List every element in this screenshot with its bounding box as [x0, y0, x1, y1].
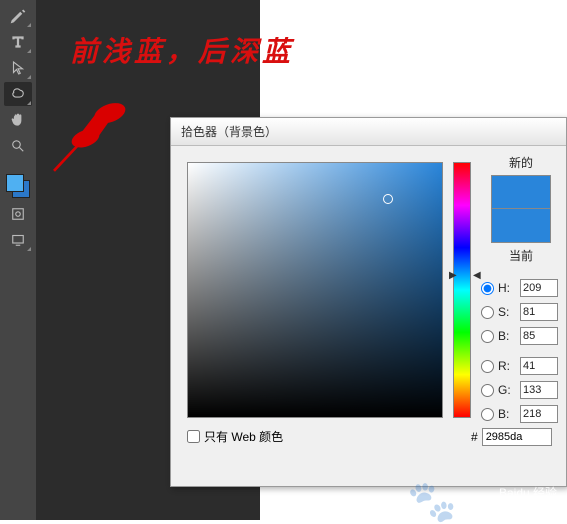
hex-input[interactable]: 2985da — [482, 428, 552, 446]
type-tool[interactable] — [4, 30, 32, 54]
color-picker-dialog: 拾色器（背景色） 新的 当前 H:209 S:81 B:85 R:41 G:13… — [170, 117, 567, 487]
dialog-title: 拾色器（背景色） — [171, 118, 566, 146]
web-only-label: 只有 Web 颜色 — [204, 428, 283, 445]
annotation-text: 前浅蓝，后深蓝 — [70, 30, 294, 70]
color-swatches[interactable] — [4, 172, 32, 200]
input-r[interactable]: 41 — [520, 357, 558, 375]
saturation-brightness-field[interactable] — [187, 162, 443, 418]
web-only-checkbox[interactable] — [187, 430, 200, 443]
input-h[interactable]: 209 — [520, 279, 558, 297]
input-g[interactable]: 133 — [520, 381, 558, 399]
input-s[interactable]: 81 — [520, 303, 558, 321]
foreground-color-swatch[interactable] — [6, 174, 24, 192]
label-new: 新的 — [481, 154, 561, 171]
hand-tool[interactable] — [4, 108, 32, 132]
sb-cursor[interactable] — [383, 194, 393, 204]
quickmask-tool[interactable] — [4, 202, 32, 226]
preview-new-color — [491, 175, 551, 209]
watermark: 🐾 Baidu 经验 jingyan.baidu.com — [460, 486, 557, 514]
input-b[interactable]: 85 — [520, 327, 558, 345]
input-bl[interactable]: 218 — [520, 405, 558, 423]
pushpin-icon — [45, 88, 135, 178]
path-select-tool[interactable] — [4, 56, 32, 80]
toolbar — [0, 0, 36, 520]
radio-r[interactable] — [481, 360, 494, 373]
label-current: 当前 — [481, 247, 561, 264]
radio-b[interactable] — [481, 330, 494, 343]
radio-bl[interactable] — [481, 408, 494, 421]
hue-slider-thumb[interactable] — [449, 270, 457, 281]
pen-tool[interactable] — [4, 4, 32, 28]
radio-s[interactable] — [481, 306, 494, 319]
hex-prefix: # — [471, 430, 478, 444]
paw-icon: 🐾 — [407, 495, 457, 509]
radio-g[interactable] — [481, 384, 494, 397]
zoom-tool[interactable] — [4, 134, 32, 158]
preview-current-color[interactable] — [491, 209, 551, 243]
screenmode-tool[interactable] — [4, 228, 32, 252]
shape-tool[interactable] — [4, 82, 32, 106]
color-inputs: H:209 S:81 B:85 R:41 G:133 B:218 — [481, 276, 566, 426]
radio-h[interactable] — [481, 282, 494, 295]
hue-slider[interactable] — [453, 162, 471, 418]
